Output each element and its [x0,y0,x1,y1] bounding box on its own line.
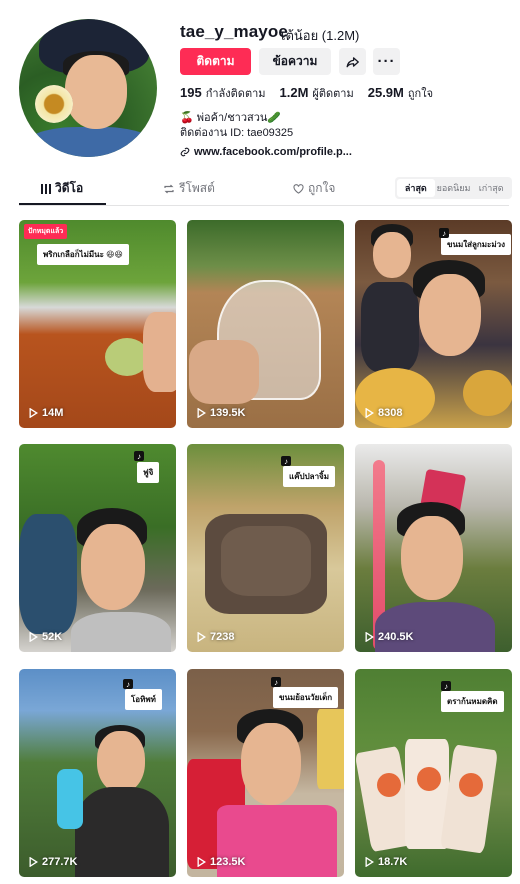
tiktok-icon: ♪ [439,228,449,238]
video-caption: โอทิพท์ [125,689,162,710]
heart-icon [293,183,304,194]
video-caption: ขนมย้อนวัยเด็ก [273,687,339,708]
view-count: 14M [29,407,63,419]
tab-reposts[interactable]: รีโพสต์ [163,179,215,198]
username: tae_y_mayoe [180,22,288,41]
more-options-button[interactable]: ··· [373,48,400,75]
video-card[interactable]: 240.5K [355,444,512,652]
tab-videos[interactable]: วิดีโอ [41,179,83,198]
grid-icon [41,183,51,194]
play-icon [197,857,206,867]
video-card[interactable]: ตราก้นหมดคิด ♪ 18.7K [355,669,512,877]
view-count: 123.5K [197,856,245,868]
video-card[interactable]: ขนมย้อนวัยเด็ก ♪ 123.5K [187,669,344,877]
tiktok-icon: ♪ [281,456,291,466]
view-count: 240.5K [365,631,413,643]
play-icon [29,632,38,642]
play-icon [365,632,374,642]
view-count: 8308 [365,407,402,419]
play-icon [29,857,38,867]
video-card[interactable]: ปักหมุดแล้ว พริกเกลือก็ไม่มีนะ 😆😆 14M [19,220,176,428]
view-count: 7238 [197,631,234,643]
video-card[interactable]: แค๊ปปลาจิ้ม ♪ 7238 [187,444,344,652]
video-card[interactable]: โอทิพท์ ♪ 277.7K [19,669,176,877]
view-count: 52K [29,631,62,643]
tiktok-icon: ♪ [123,679,133,689]
video-card[interactable]: ขนมใส่ลูกมะม่วง ♪ 8308 [355,220,512,428]
video-caption: ขนมใส่ลูกมะม่วง [441,234,511,255]
share-button[interactable] [339,48,366,75]
tiktok-icon: ♪ [134,451,144,461]
sort-oldest[interactable]: เก่าสุด [472,179,510,197]
tiktok-icon: ♪ [271,677,281,687]
profile-avatar[interactable] [19,19,157,157]
sort-popular[interactable]: ยอดนิยม [435,179,473,197]
message-button[interactable]: ข้อความ [259,48,331,75]
video-card[interactable]: ฟูจิ ♪ 52K [19,444,176,652]
nickname: เต้น้อย (1.2M) [281,28,360,43]
play-icon [365,857,374,867]
follow-button[interactable]: ติดตาม [180,48,251,75]
view-count: 139.5K [197,407,245,419]
active-tab-indicator [19,203,106,205]
profile-link[interactable]: www.facebook.com/profile.p... [180,146,352,158]
pinned-badge: ปักหมุดแล้ว [24,224,68,239]
video-card[interactable]: 139.5K [187,220,344,428]
play-icon [197,408,206,418]
link-icon [180,147,190,157]
profile-stats: 195 กำลังติดตาม 1.2M ผู้ติดตาม 25.9M ถูกใจ [180,84,433,102]
following-count[interactable]: 195 กำลังติดตาม [180,84,266,102]
view-count: 277.7K [29,856,77,868]
repost-icon [164,184,174,193]
video-caption: ฟูจิ [137,462,160,483]
video-caption: พริกเกลือก็ไม่มีนะ 😆😆 [37,244,129,265]
tab-liked[interactable]: ถูกใจ [293,179,335,198]
video-caption: ตราก้นหมดคิด [441,691,504,712]
likes-count: 25.9M ถูกใจ [367,85,434,100]
share-icon [346,56,359,67]
sort-toggle: ล่าสุด ยอดนิยม เก่าสุด [395,177,512,199]
sort-latest[interactable]: ล่าสุด [397,179,435,197]
play-icon [197,632,206,642]
play-icon [29,408,38,418]
bio-contact: ติดต่องาน ID: tae09325 [180,127,294,139]
play-icon [365,408,374,418]
view-count: 18.7K [365,856,407,868]
followers-count[interactable]: 1.2M ผู้ติดตาม [280,84,354,102]
tiktok-icon: ♪ [441,681,451,691]
video-caption: แค๊ปปลาจิ้ม [283,466,336,487]
